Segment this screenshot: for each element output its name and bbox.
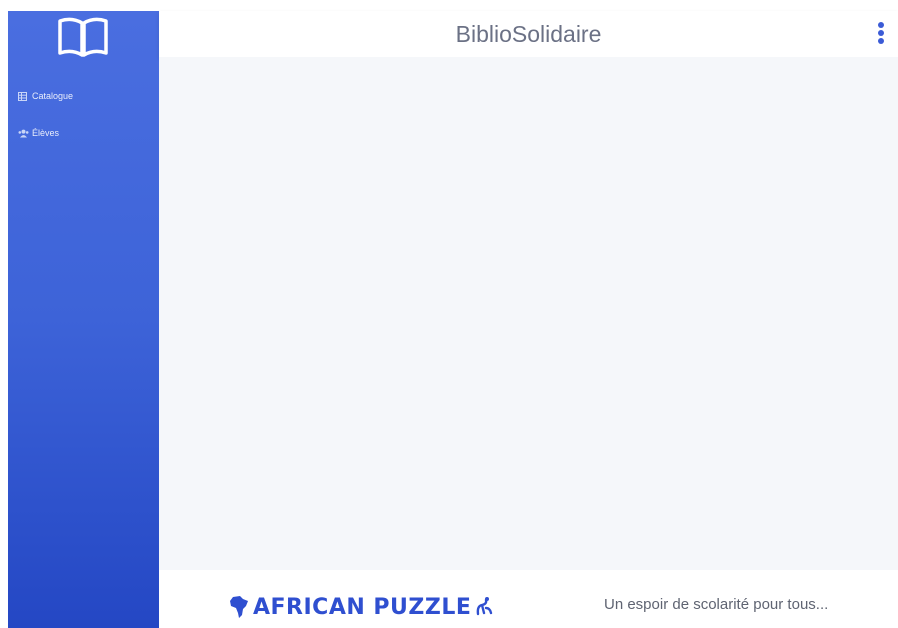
open-book-icon[interactable] [56,15,110,59]
sidebar: Catalogue Élèves [8,11,159,628]
footer: AFRICAN PUZZLE Un espoir de scolarité po… [159,570,898,628]
table-icon [18,91,27,101]
puzzle-figure-icon [477,597,493,616]
app-shell: Catalogue Élèves BiblioSolidaire AFRICAN… [8,11,898,628]
african-puzzle-logo: AFRICAN PUZZLE [229,592,493,622]
sidebar-item-label: Catalogue [32,91,74,101]
users-icon [18,129,29,138]
top-bar: BiblioSolidaire [159,11,898,57]
partner-logo-text: AFRICAN PUZZLE [253,594,472,620]
sidebar-item-catalogue[interactable]: Catalogue [8,87,159,105]
page-title: BiblioSolidaire [455,21,602,47]
sidebar-item-eleves[interactable]: Élèves [8,124,159,142]
sidebar-nav: Catalogue Élèves [8,87,159,161]
footer-tagline: Un espoir de scolarité pour tous... [604,596,829,613]
main-content [159,57,898,569]
kebab-menu-icon[interactable] [876,22,886,46]
africa-map-icon [230,596,248,618]
sidebar-item-label: Élèves [32,128,60,138]
